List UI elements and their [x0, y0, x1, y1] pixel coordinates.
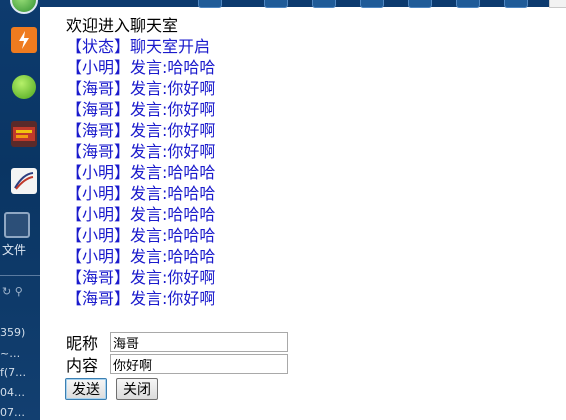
file-label: 文件 [2, 243, 27, 257]
chat-message: 【小明】发言:哈哈哈 [66, 205, 216, 224]
chat-message: 【小明】发言:哈哈哈 [66, 163, 216, 182]
send-button[interactable]: 发送 [65, 378, 107, 400]
chat-message: 【小明】发言:哈哈哈 [66, 58, 216, 77]
chat-message: 【小明】发言:哈哈哈 [66, 247, 216, 266]
content-label: 内容 [66, 356, 99, 375]
toolbar-button[interactable] [456, 0, 480, 8]
toolbar-button[interactable] [312, 0, 336, 8]
chat-message: 【海哥】发言:你好啊 [66, 289, 216, 308]
toolbar-button[interactable] [549, 0, 566, 8]
nickname-input[interactable] [110, 332, 288, 352]
chat-message: 【海哥】发言:你好啊 [66, 142, 216, 161]
toolbar-button[interactable] [264, 0, 288, 8]
toolbar-button[interactable] [504, 0, 528, 8]
chat-message: 【小明】发言:哈哈哈 [66, 184, 216, 203]
screen: 文件 ↻ ⚲ 359) ~… f(7… 04… 07… 欢迎进入聊天室 【状态】… [0, 0, 566, 420]
button-row: 发送 关闭 [65, 378, 158, 400]
welcome-text: 欢迎进入聊天室 [66, 16, 179, 35]
desktop-taskbar: 文件 ↻ ⚲ 359) ~… f(7… 04… 07… [0, 0, 40, 420]
chat-message: 【海哥】发言:你好啊 [66, 79, 216, 98]
app-ide-icon[interactable] [11, 121, 37, 147]
chat-message: 【状态】聊天室开启 [66, 37, 211, 56]
divider [0, 275, 40, 276]
content-input[interactable] [110, 354, 288, 374]
search-icon[interactable]: ↻ ⚲ [2, 285, 23, 298]
top-toolbar [40, 0, 566, 8]
chat-message: 【小明】发言:哈哈哈 [66, 226, 216, 245]
app-bubble-icon[interactable] [12, 75, 36, 99]
list-fragment: 359) [0, 326, 26, 339]
nickname-label: 昵称 [66, 334, 99, 353]
chat-message: 【海哥】发言:你好啊 [66, 100, 216, 119]
app-editor-icon[interactable] [11, 168, 37, 194]
chat-message: 【海哥】发言:你好啊 [66, 268, 216, 287]
close-button[interactable]: 关闭 [116, 378, 158, 400]
list-fragment: f(7… [0, 366, 27, 379]
chat-area: 欢迎进入聊天室 【状态】聊天室开启 【小明】发言:哈哈哈 【海哥】发言:你好啊 【海哥… [66, 15, 562, 309]
folder-icon[interactable] [4, 212, 30, 238]
app-globe-icon[interactable] [10, 0, 38, 14]
chat-message: 【海哥】发言:你好啊 [66, 121, 216, 140]
nickname-row: 昵称 [66, 331, 288, 353]
toolbar-button[interactable] [198, 0, 222, 8]
chat-form: 昵称 内容 [66, 331, 288, 375]
list-fragment: 04… [0, 386, 25, 399]
message-list: 【状态】聊天室开启 【小明】发言:哈哈哈 【海哥】发言:你好啊 【海哥】发言:你好啊【… [66, 36, 562, 309]
list-fragment: 07… [0, 406, 25, 419]
app-lightning-icon[interactable] [11, 27, 37, 53]
list-fragment: ~… [0, 347, 21, 360]
toolbar-button[interactable] [360, 0, 384, 8]
toolbar-button[interactable] [408, 0, 432, 8]
content-row: 内容 [66, 353, 288, 375]
